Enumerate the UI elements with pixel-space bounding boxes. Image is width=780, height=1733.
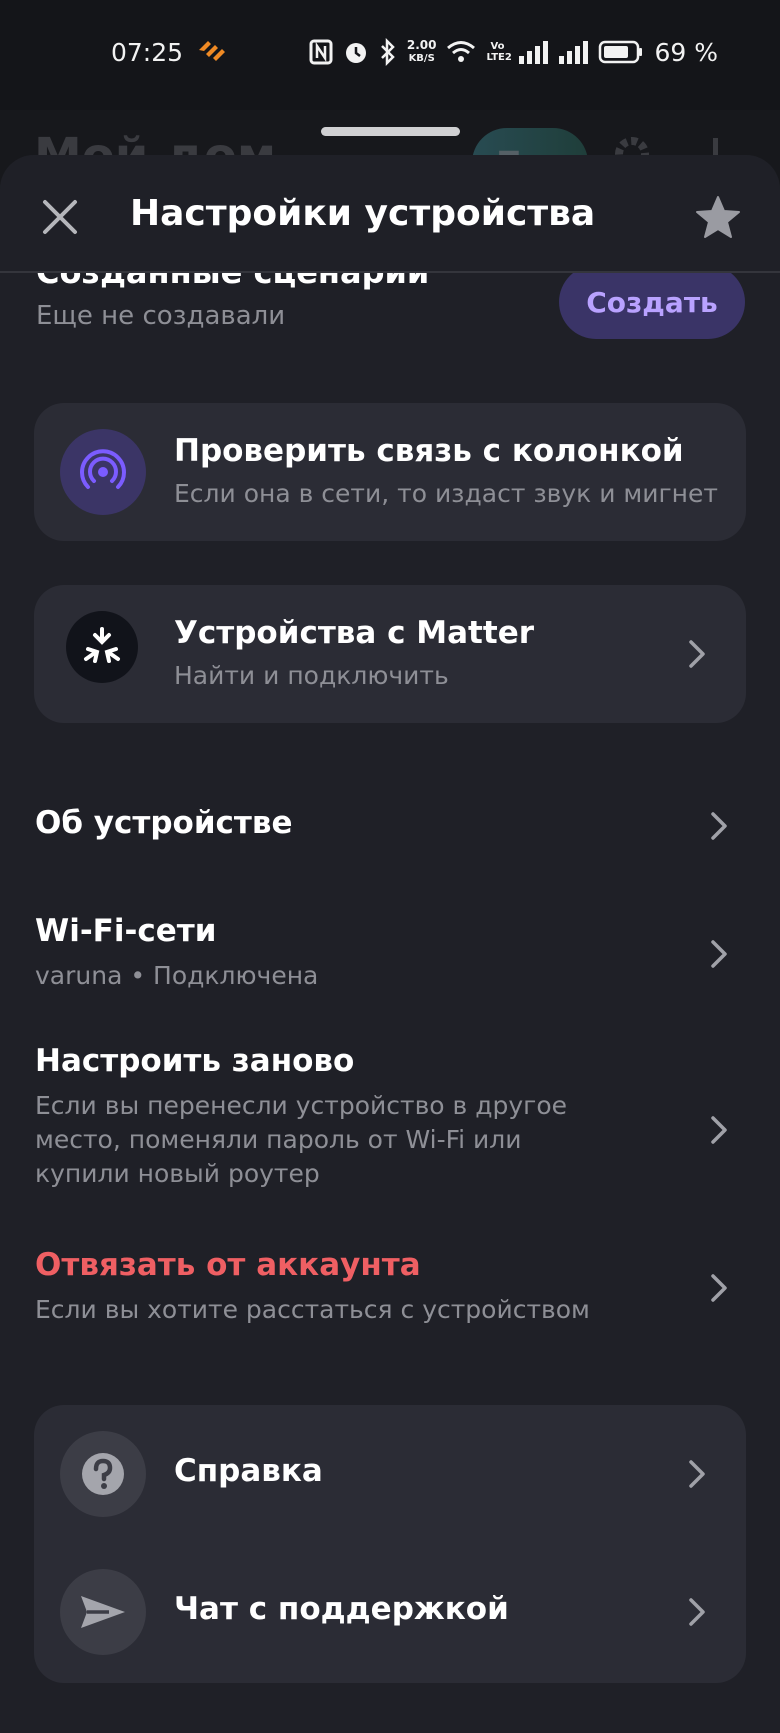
check-connection-subtitle: Если она в сети, то издаст звук и мигнет <box>174 479 718 508</box>
matter-title: Устройства с Matter <box>174 615 535 651</box>
about-device-row[interactable]: Об устройстве <box>0 795 780 865</box>
check-connection-card[interactable]: Проверить связь с колонкой Если она в се… <box>34 403 746 541</box>
chevron-right-icon <box>708 1113 730 1147</box>
alarm-icon <box>343 39 369 65</box>
chevron-right-icon <box>708 937 730 971</box>
support-chat-row[interactable]: Чат с поддержкой <box>34 1543 746 1681</box>
unlink-account-title: Отвязать от аккаунта <box>35 1247 421 1283</box>
sheet-header: Настройки устройства <box>0 155 780 273</box>
scenarios-subtitle: Еще не создавали <box>36 301 286 331</box>
status-icons: 2.00 KB/S Vo LTE2 69 % <box>309 36 718 68</box>
chevron-right-icon <box>686 1457 708 1491</box>
nfc-icon <box>309 39 333 65</box>
help-title: Справка <box>174 1453 323 1489</box>
reconfigure-title: Настроить заново <box>35 1043 355 1079</box>
bluetooth-icon <box>379 38 397 66</box>
wifi-networks-subtitle: varuna • Подключена <box>35 961 319 990</box>
support-chat-title: Чат с поддержкой <box>174 1591 509 1627</box>
battery-icon <box>598 40 644 64</box>
favorite-button[interactable] <box>690 191 746 247</box>
sheet-title: Настройки устройства <box>130 193 596 234</box>
app-notification-icon <box>196 38 226 66</box>
matter-devices-card[interactable]: Устройства с Matter Найти и подключить <box>34 585 746 723</box>
chevron-right-icon <box>708 809 730 843</box>
star-icon <box>695 195 741 243</box>
matter-subtitle: Найти и подключить <box>174 661 449 690</box>
matter-icon <box>66 611 138 683</box>
wifi-networks-row[interactable]: Wi-Fi-сети varuna • Подключена <box>0 905 780 1005</box>
create-scenario-button[interactable]: Создать <box>559 265 745 339</box>
unlink-account-subtitle: Если вы хотите расстаться с устройством <box>35 1295 590 1324</box>
help-icon <box>60 1431 146 1517</box>
chevron-right-icon <box>708 1271 730 1305</box>
help-row[interactable]: Справка <box>34 1405 746 1543</box>
network-speed: 2.00 KB/S <box>406 38 437 64</box>
status-bar: 07:25 2.00 KB/S Vo LTE2 69 % <box>0 0 780 110</box>
check-connection-title: Проверить связь с колонкой <box>174 433 684 469</box>
chevron-right-icon <box>686 637 708 671</box>
volte-icon: Vo LTE2 <box>486 41 512 63</box>
chevron-right-icon <box>686 1595 708 1629</box>
unlink-account-row[interactable]: Отвязать от аккаунта Если вы хотите расс… <box>0 1239 780 1339</box>
reconfigure-subtitle: Если вы перенесли устройство в другое ме… <box>35 1091 567 1188</box>
wifi-icon <box>446 40 476 64</box>
close-icon <box>42 199 78 239</box>
signal-icon <box>518 40 549 64</box>
close-button[interactable] <box>32 191 88 247</box>
reconfigure-row[interactable]: Настроить заново Если вы перенесли устро… <box>0 1035 780 1195</box>
signal-icon <box>558 40 589 64</box>
broadcast-icon <box>60 429 146 515</box>
about-device-title: Об устройстве <box>35 805 293 841</box>
status-time: 07:25 <box>111 38 184 67</box>
wifi-networks-title: Wi-Fi-сети <box>35 913 217 949</box>
sheet-grabber[interactable] <box>321 127 460 136</box>
battery-percent: 69 % <box>654 37 718 67</box>
support-card: Справка Чат с поддержкой <box>34 1405 746 1683</box>
send-icon <box>60 1569 146 1655</box>
settings-sheet: Созданные сценарии Еще не создавали Созд… <box>0 155 780 1733</box>
